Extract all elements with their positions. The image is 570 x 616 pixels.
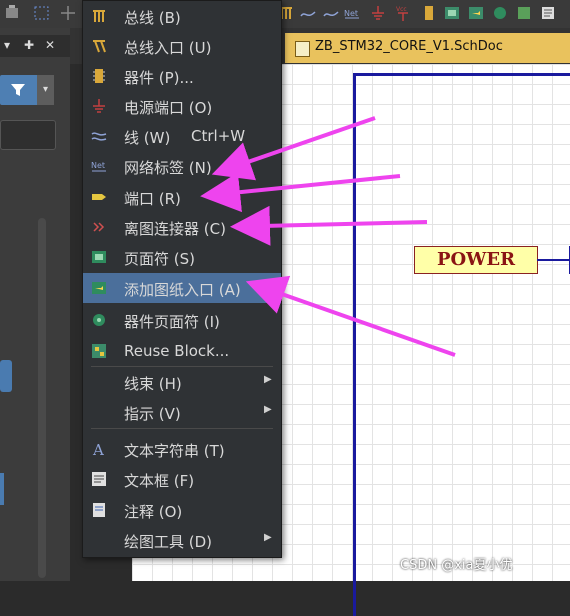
panel-item-chip-2[interactable] xyxy=(0,473,4,505)
select-rect-icon[interactable] xyxy=(34,4,50,22)
sheet-symbol-border[interactable] xyxy=(353,73,570,616)
svg-text:Net: Net xyxy=(344,9,358,18)
menu-item-off-sheet-connector[interactable]: 离图连接器 (C) xyxy=(83,212,281,242)
wire-tool-icon[interactable] xyxy=(300,4,316,22)
menu-item-part[interactable]: 器件 (P)... xyxy=(83,61,281,91)
wire-icon xyxy=(91,132,107,141)
panel-dropdown-icon[interactable]: ▾ xyxy=(4,38,10,52)
text-frame-tool-icon[interactable] xyxy=(540,4,556,22)
power-port-icon xyxy=(93,99,105,113)
reuse-block-icon xyxy=(92,344,106,358)
panel-pin-icon[interactable]: ✚ xyxy=(24,38,34,52)
tab-label: ZB_STM32_CORE_V1.SchDoc xyxy=(315,39,503,54)
ground-tool-icon[interactable] xyxy=(370,4,386,22)
submenu-arrow-icon: ▶ xyxy=(264,374,272,385)
bus-icon xyxy=(93,10,105,22)
power-port-label[interactable]: POWER xyxy=(414,246,538,274)
vcc-tool-icon[interactable]: Vcc xyxy=(395,4,411,22)
tab-schematic-document[interactable]: ZB_STM32_CORE_V1.SchDoc xyxy=(285,33,570,63)
text-frame-icon xyxy=(92,472,106,486)
part-tool-icon[interactable] xyxy=(421,4,437,22)
sheet-entry-tool-icon[interactable] xyxy=(468,4,484,22)
menu-item-sheet-symbol[interactable]: 页面符 (S) xyxy=(83,242,281,272)
net-label-tool-icon[interactable]: Net xyxy=(344,4,360,22)
watermark: CSDN @xia夏小优 xyxy=(400,558,513,573)
text-string-icon: A xyxy=(92,441,104,457)
menu-item-wire[interactable]: 线 (W) Ctrl+W xyxy=(83,121,281,151)
svg-text:Net: Net xyxy=(91,161,105,170)
sheet-entry-icon xyxy=(92,282,106,294)
toolbar-gear-icon[interactable] xyxy=(4,4,20,22)
menu-item-bus-entry[interactable]: 总线入口 (U) xyxy=(83,31,281,61)
menu-item-note[interactable]: 注释 (O) xyxy=(83,495,281,525)
menu-item-text-string[interactable]: A 文本字符串 (T) xyxy=(83,434,281,464)
menu-item-drawing-tools[interactable]: 绘图工具 (D) ▶ xyxy=(83,525,281,555)
menu-item-directives[interactable]: 指示 (V) ▶ xyxy=(83,397,281,427)
harness-tool-icon[interactable] xyxy=(516,4,532,22)
bus-entry-icon xyxy=(93,40,106,53)
off-sheet-connector-icon xyxy=(93,222,105,232)
move-icon[interactable] xyxy=(60,4,76,22)
wire[interactable] xyxy=(537,259,570,261)
wire-shortcut: Ctrl+W xyxy=(191,127,246,145)
net-label-icon: Net xyxy=(91,161,106,172)
device-sheet-symbol-icon xyxy=(93,314,105,326)
menu-item-sheet-entry[interactable]: 添加图纸入口 (A) xyxy=(83,273,281,303)
submenu-arrow-icon: ▶ xyxy=(264,532,272,543)
panel-scrollbar[interactable] xyxy=(38,218,46,578)
place-menu: 总线 (B) 总线入口 (U) 器件 (P)... 电源端口 (O) 线 (W)… xyxy=(82,0,282,558)
menu-item-power-port[interactable]: 电源端口 (O) xyxy=(83,91,281,121)
menu-separator xyxy=(91,428,273,429)
device-sheet-tool-icon[interactable] xyxy=(492,4,508,22)
panel-search-input[interactable] xyxy=(0,120,56,150)
menu-item-device-sheet-symbol[interactable]: 器件页面符 (I) xyxy=(83,305,281,335)
menu-item-text-frame[interactable]: 文本框 (F) xyxy=(83,464,281,494)
svg-text:Vcc: Vcc xyxy=(396,6,407,13)
sheet-symbol-tool-icon[interactable] xyxy=(444,4,460,22)
menu-item-harness[interactable]: 线束 (H) ▶ xyxy=(83,367,281,397)
submenu-arrow-icon: ▶ xyxy=(264,404,272,415)
panel-header: ▾ ✚ ✕ xyxy=(0,35,70,57)
schematic-doc-icon xyxy=(295,41,310,57)
part-icon xyxy=(93,69,105,83)
panel-close-icon[interactable]: ✕ xyxy=(45,38,55,52)
menu-item-reuse-block[interactable]: Reuse Block... xyxy=(83,336,281,366)
sheet-symbol-icon xyxy=(92,251,106,263)
port-icon xyxy=(92,194,106,200)
menu-item-port[interactable]: 端口 (R) xyxy=(83,182,281,212)
panel-item-chip[interactable] xyxy=(0,360,12,392)
wire-tool-icon-2[interactable] xyxy=(323,4,339,22)
note-icon xyxy=(93,503,105,517)
menu-item-net-label[interactable]: Net 网络标签 (N) xyxy=(83,151,281,181)
menu-item-bus[interactable]: 总线 (B) xyxy=(83,1,281,31)
left-panel: ▾ ✚ ✕ ▾ xyxy=(0,28,70,581)
filter-icon xyxy=(11,84,25,96)
filter-dropdown-icon[interactable]: ▾ xyxy=(37,75,54,105)
svg-text:A: A xyxy=(92,441,104,457)
